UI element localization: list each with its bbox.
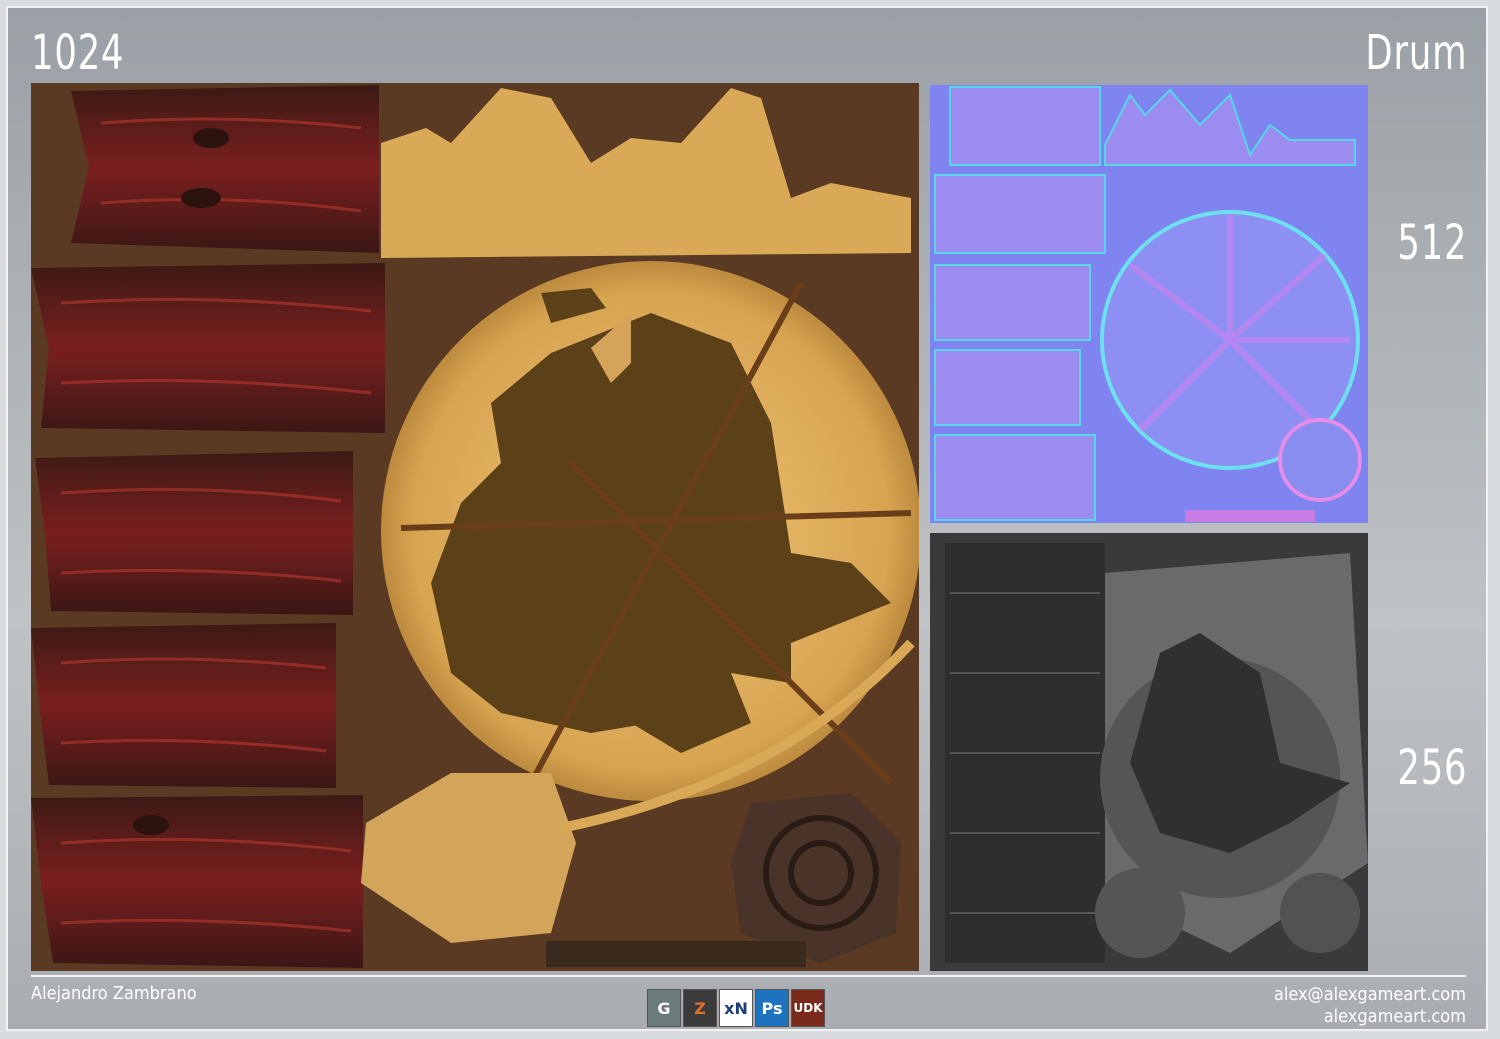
wood-planks bbox=[31, 85, 385, 968]
normal-map bbox=[930, 85, 1368, 523]
author-website[interactable]: alexgameart.com bbox=[1324, 1006, 1466, 1027]
specular-map bbox=[930, 533, 1368, 971]
zbrush-logo: Z bbox=[683, 989, 717, 1027]
drum-bottom-piece bbox=[361, 773, 576, 943]
3ds-max-logo: G bbox=[647, 989, 681, 1027]
normal-map-art bbox=[934, 86, 1362, 522]
diffuse-map bbox=[31, 83, 919, 971]
asset-name: Drum bbox=[1364, 25, 1467, 81]
specular-map-art bbox=[945, 543, 1368, 963]
label-512: 512 bbox=[1396, 215, 1467, 271]
author-email[interactable]: alex@alexgameart.com bbox=[1274, 984, 1466, 1005]
resolution-label: 1024 bbox=[31, 25, 125, 81]
label-256: 256 bbox=[1396, 740, 1467, 796]
diffuse-map-art bbox=[31, 85, 919, 968]
drum-stick-piece bbox=[546, 941, 806, 967]
wood-ring-piece bbox=[731, 793, 901, 963]
author-name: Alejandro Zambrano bbox=[31, 983, 197, 1004]
drum-head bbox=[381, 261, 919, 801]
xnormal-logo: xN bbox=[719, 989, 753, 1027]
photoshop-logo: Ps bbox=[755, 989, 789, 1027]
drum-crown-strip bbox=[381, 88, 911, 258]
software-logos: G Z xN Ps UDK bbox=[647, 989, 825, 1027]
udk-logo: UDK bbox=[791, 989, 825, 1027]
footer-divider bbox=[31, 975, 1466, 977]
